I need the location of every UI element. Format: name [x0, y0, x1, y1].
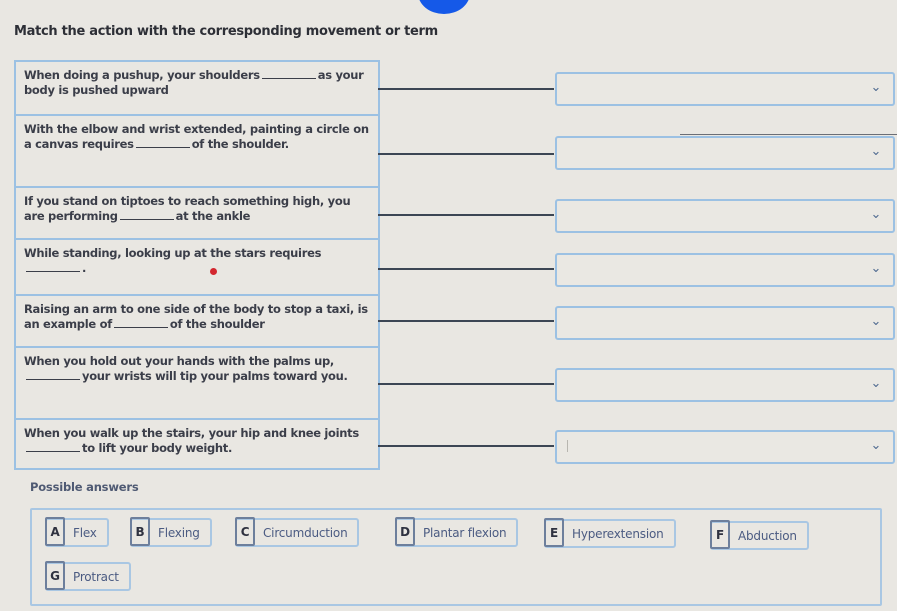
connector-line [378, 445, 554, 447]
connector-line [378, 153, 554, 155]
blank [26, 441, 80, 452]
prompt-7: When you walk up the stairs, your hip an… [16, 420, 378, 470]
answer-letter: A [45, 517, 65, 546]
connector-line [378, 268, 554, 270]
divider [680, 134, 897, 135]
connector-line [378, 88, 554, 90]
answer-chip-a[interactable]: A Flex [45, 517, 109, 547]
red-dot-marker [210, 268, 217, 275]
answer-letter: G [45, 561, 65, 590]
possible-answers-label: Possible answers [30, 480, 139, 494]
blank [26, 369, 80, 380]
answer-bank: A Flex B Flexing C Circumduction D Plant… [30, 508, 882, 606]
answer-select-4[interactable]: ⌄ [555, 253, 895, 287]
chevron-down-icon: ⌄ [870, 144, 882, 159]
answer-chip-g[interactable]: G Protract [45, 561, 131, 591]
answer-select-5[interactable]: ⌄ [555, 306, 895, 340]
text-cursor [567, 440, 568, 452]
chevron-down-icon: ⌄ [870, 80, 882, 95]
connector-line [378, 214, 554, 216]
answer-select-2[interactable]: ⌄ [555, 136, 895, 170]
top-badge [418, 0, 470, 14]
chevron-down-icon: ⌄ [870, 207, 882, 222]
answer-select-6[interactable]: ⌄ [555, 368, 895, 402]
answer-letter: D [395, 517, 415, 546]
chevron-down-icon: ⌄ [870, 438, 882, 453]
blank [26, 261, 80, 272]
page-title: Match the action with the corresponding … [14, 24, 438, 39]
chevron-down-icon: ⌄ [870, 261, 882, 276]
connector-line [378, 320, 554, 322]
answer-letter: E [544, 518, 564, 547]
prompt-4: While standing, looking up at the stars … [16, 240, 378, 296]
blank [261, 68, 316, 79]
prompt-5: Raising an arm to one side of the body t… [16, 296, 378, 348]
answer-chip-f[interactable]: F Abduction [710, 520, 809, 550]
answer-letter: B [130, 517, 150, 546]
prompt-2: With the elbow and wrist extended, paint… [16, 116, 378, 188]
blank [135, 137, 190, 148]
prompt-list: When doing a pushup, your shoulders as yo… [14, 60, 380, 470]
answer-select-1[interactable]: ⌄ [555, 72, 895, 106]
answer-chip-e[interactable]: E Hyperextension [544, 518, 676, 548]
answer-select-7[interactable]: ⌄ [555, 430, 895, 464]
prompt-6: When you hold out your hands with the pa… [16, 348, 378, 420]
answer-chip-c[interactable]: C Circumduction [235, 517, 360, 547]
answer-select-3[interactable]: ⌄ [555, 199, 895, 233]
chevron-down-icon: ⌄ [870, 376, 882, 391]
prompt-3: If you stand on tiptoes to reach somethi… [16, 188, 378, 240]
answer-chip-b[interactable]: B Flexing [130, 517, 212, 547]
answer-letter: F [710, 520, 730, 549]
blank [113, 317, 168, 328]
prompt-1: When doing a pushup, your shoulders as yo… [16, 62, 378, 116]
answer-letter: C [235, 517, 255, 546]
blank [119, 209, 174, 220]
chevron-down-icon: ⌄ [870, 314, 882, 329]
answer-chip-d[interactable]: D Plantar flexion [395, 517, 519, 547]
connector-line [378, 383, 554, 385]
